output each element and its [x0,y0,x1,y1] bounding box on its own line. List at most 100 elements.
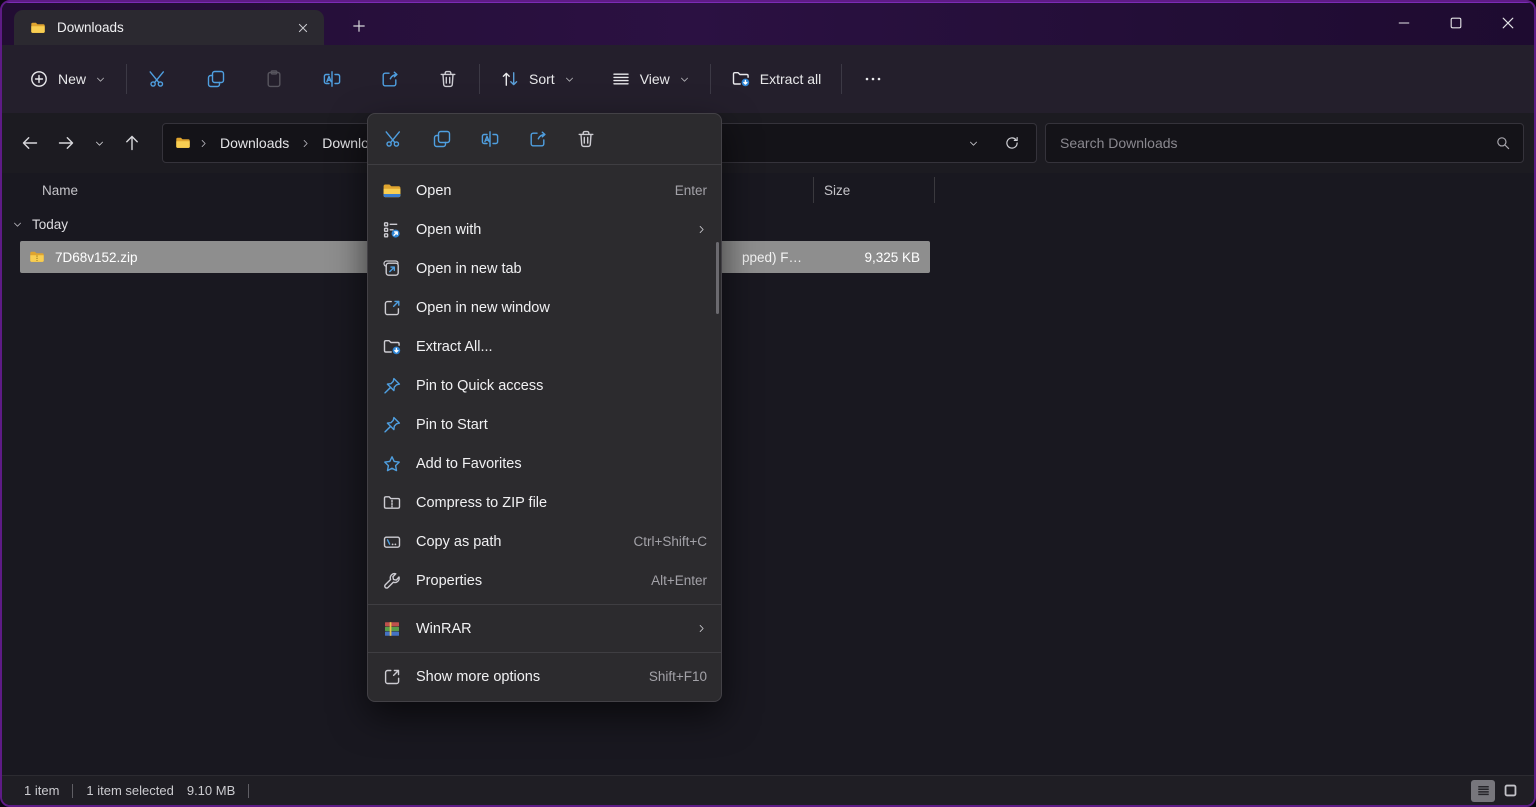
menu-item-winrar[interactable]: WinRAR [368,609,721,648]
tab-close-icon[interactable] [290,15,316,41]
pushpin-icon [382,376,402,396]
refresh-button[interactable] [996,128,1028,158]
up-button[interactable] [114,125,150,161]
delete-button[interactable] [567,120,605,158]
menu-item-label: Compress to ZIP file [416,495,547,511]
command-toolbar: New Sort [2,45,1534,113]
cut-button[interactable] [136,59,180,99]
close-button[interactable] [1482,3,1534,43]
share-button[interactable] [519,120,557,158]
menu-item-open-in-new-window[interactable]: Open in new window [368,288,721,327]
menu-item-open-in-new-tab[interactable]: Open in new tab [368,249,721,288]
toolbar-divider [841,64,842,94]
group-header-today[interactable]: Today [2,207,1534,241]
menu-scrollbar[interactable] [716,242,719,314]
column-header-name[interactable]: Name [2,183,78,198]
context-menu-quick-actions [368,114,721,165]
recent-locations-button[interactable] [84,125,114,161]
menu-item-label: Add to Favorites [416,456,522,472]
copy-button[interactable] [423,120,461,158]
extract-all-button[interactable]: Extract all [720,59,832,99]
copy-button[interactable] [194,59,238,99]
view-button-label: View [640,71,670,87]
refresh-icon [1004,135,1020,151]
rename-button[interactable] [471,120,509,158]
chevron-down-icon [564,74,575,85]
context-menu-items: Open Enter Open with Open in new tab [368,165,721,696]
menu-item-accel: Ctrl+Shift+C [633,534,707,549]
rename-icon [480,129,500,149]
extract-folder-icon [382,337,402,357]
menu-item-open[interactable]: Open Enter [368,171,721,210]
selection-count: 1 item selected [86,783,173,798]
pushpin-icon [382,415,402,435]
menu-item-pin-to-quick-access[interactable]: Pin to Quick access [368,366,721,405]
column-header-size[interactable]: Size [824,183,850,198]
search-input[interactable] [1058,134,1487,152]
menu-item-copy-as-path[interactable]: Copy as path Ctrl+Shift+C [368,522,721,561]
menu-item-open-with[interactable]: Open with [368,210,721,249]
menu-item-label: Show more options [416,669,540,685]
breadcrumb-item-downloads[interactable]: Downloads [216,132,293,154]
minimize-button[interactable] [1378,3,1430,43]
extract-all-label: Extract all [760,71,821,87]
menu-item-properties[interactable]: Properties Alt+Enter [368,561,721,600]
rename-button[interactable] [310,59,354,99]
clipboard-icon [264,69,284,89]
menu-item-label: Open in new window [416,300,550,316]
chevron-down-icon [94,138,105,149]
see-more-button[interactable] [851,59,895,99]
menu-item-label: Pin to Start [416,417,488,433]
maximize-button[interactable] [1430,3,1482,43]
menu-item-label: Pin to Quick access [416,378,543,394]
chevron-down-icon [679,74,690,85]
menu-item-label: Copy as path [416,534,501,550]
search-box[interactable] [1045,123,1524,163]
chevron-right-icon[interactable] [300,138,311,149]
wrench-icon [382,571,402,591]
details-view-button[interactable] [1471,780,1495,802]
tab-downloads[interactable]: Downloads [14,10,324,45]
folder-icon [382,181,402,201]
sort-button-label: Sort [529,71,555,87]
new-tab-button[interactable] [342,11,376,41]
address-dropdown-button[interactable] [957,128,989,158]
chevron-down-icon [12,219,23,230]
menu-item-extract-all[interactable]: Extract All... [368,327,721,366]
menu-item-show-more-options[interactable]: Show more options Shift+F10 [368,657,721,696]
menu-item-pin-to-start[interactable]: Pin to Start [368,405,721,444]
menu-item-label: WinRAR [416,621,472,637]
menu-item-label: Properties [416,573,482,589]
plus-circle-icon [29,69,49,89]
trash-icon [576,129,596,149]
copy-as-path-icon [382,532,402,552]
trash-icon [438,69,458,89]
large-icons-view-button[interactable] [1498,780,1522,802]
zip-folder-outline-icon [382,493,402,513]
new-button-label: New [58,71,86,87]
delete-button[interactable] [426,59,470,99]
column-divider[interactable] [934,177,935,203]
menu-item-label: Open in new tab [416,261,522,277]
menu-item-accel: Enter [675,183,707,198]
scissors-icon [148,69,168,89]
zip-folder-icon [29,249,45,265]
menu-item-add-to-favorites[interactable]: Add to Favorites [368,444,721,483]
search-icon[interactable] [1495,135,1511,151]
sort-button[interactable]: Sort [489,59,586,99]
toolbar-divider [479,64,480,94]
column-divider[interactable] [813,177,814,203]
paste-button[interactable] [252,59,296,99]
menu-item-label: Open with [416,222,481,238]
view-button[interactable]: View [600,59,701,99]
cut-button[interactable] [375,120,413,158]
share-button[interactable] [368,59,412,99]
folder-icon [30,20,46,36]
chevron-right-icon[interactable] [198,138,209,149]
scissors-icon [384,129,404,149]
file-explorer-window: Downloads New [0,0,1536,807]
new-button[interactable]: New [18,59,117,99]
forward-button[interactable] [48,125,84,161]
menu-item-compress-to-zip[interactable]: Compress to ZIP file [368,483,721,522]
back-button[interactable] [12,125,48,161]
